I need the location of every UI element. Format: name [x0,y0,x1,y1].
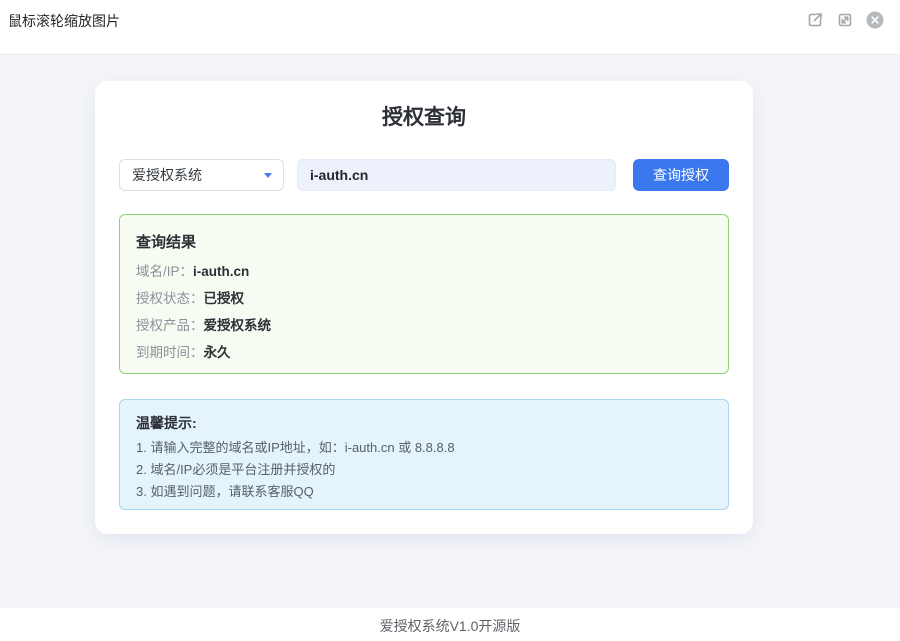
tips-item-2: 2. 域名/IP必须是平台注册并授权的 [136,462,712,477]
query-auth-button[interactable]: 查询授权 [633,159,729,191]
chevron-down-icon [264,173,272,178]
top-bar: 鼠标滚轮缩放图片 [0,0,900,54]
result-title: 查询结果 [136,231,712,252]
domain-input[interactable] [297,159,616,191]
auth-query-card: 授权查询 爱授权系统 查询授权 查询结果 域名/IP：i-auth.cn 授权状… [95,81,753,534]
footer-version-text: 爱授权系统V1.0开源版 [380,618,521,634]
result-value: i-auth.cn [193,264,249,279]
tips-item-1: 1. 请输入完整的域名或IP地址，如：i-auth.cn 或 8.8.8.8 [136,440,712,455]
close-icon[interactable] [864,9,886,31]
result-row-product: 授权产品：爱授权系统 [136,319,712,333]
page-title: 授权查询 [119,105,729,131]
product-select-value: 爱授权系统 [132,165,264,185]
query-form: 爱授权系统 查询授权 [119,159,729,191]
result-value: 爱授权系统 [204,318,272,333]
result-row-status: 授权状态：已授权 [136,292,712,306]
product-select[interactable]: 爱授权系统 [119,159,284,191]
result-label: 到期时间： [136,345,204,360]
page-footer: 爱授权系统V1.0开源版 [0,608,900,636]
tips-title: 温馨提示: [136,413,712,433]
tips-item-3: 3. 如遇到问题，请联系客服QQ [136,484,712,499]
query-result-box: 查询结果 域名/IP：i-auth.cn 授权状态：已授权 授权产品：爱授权系统… [119,214,729,374]
result-value: 永久 [204,345,231,360]
result-label: 授权产品： [136,318,204,333]
zoom-hint-text: 鼠标滚轮缩放图片 [8,9,120,31]
result-label: 域名/IP： [136,264,193,279]
result-row-expiry: 到期时间：永久 [136,346,712,360]
result-row-domain: 域名/IP：i-auth.cn [136,265,712,279]
result-value: 已授权 [204,291,245,306]
result-label: 授权状态： [136,291,204,306]
open-external-icon[interactable] [804,9,826,31]
fullscreen-icon[interactable] [834,9,856,31]
tips-box: 温馨提示: 1. 请输入完整的域名或IP地址，如：i-auth.cn 或 8.8… [119,399,729,510]
viewer-controls [804,9,886,31]
viewer-panel: 授权查询 爱授权系统 查询授权 查询结果 域名/IP：i-auth.cn 授权状… [0,54,900,608]
